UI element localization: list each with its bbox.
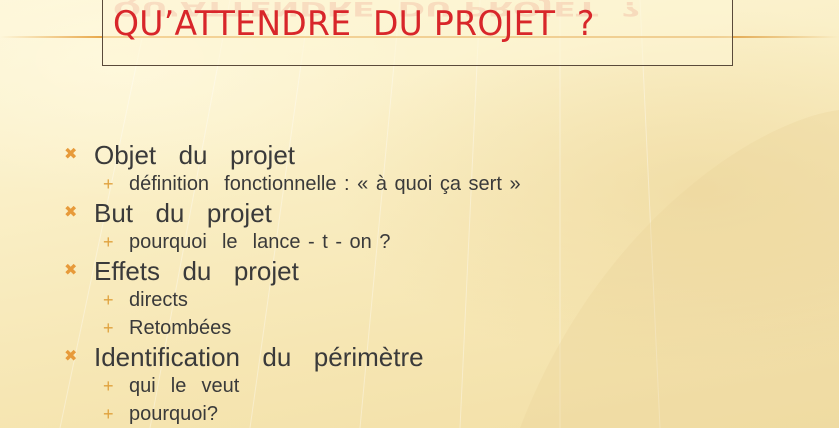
list-item-label: Effets du projet — [94, 255, 299, 286]
list-item: ✖ Effets du projet — [64, 256, 824, 286]
sub-list-item: + pourquoi le lance - t - on ? — [64, 228, 824, 256]
sub-list-item: + pourquoi? — [64, 400, 824, 428]
cross-bullet-icon: ✖ — [64, 204, 78, 221]
bullet-list: ✖ Objet du projet + définition fonctionnell… — [64, 140, 824, 428]
plus-bullet-icon: + — [103, 404, 114, 424]
plus-bullet-icon: + — [103, 232, 114, 252]
sub-list-item: + qui le veut — [64, 372, 824, 400]
sub-list-item-label: Retombées — [129, 316, 232, 339]
list-item: ✖ Objet du projet — [64, 140, 824, 170]
list-item: ✖ Identification du périmètre — [64, 342, 824, 372]
list-item-label: Identification du périmètre — [94, 341, 424, 372]
sub-list-item-label: définition fonctionnelle : « à quoi ça s… — [129, 172, 521, 195]
sub-list-item-label: pourquoi? — [129, 402, 218, 425]
plus-bullet-icon: + — [103, 174, 114, 194]
plus-bullet-icon: + — [103, 376, 114, 396]
sub-list-item: + définition fonctionnelle : « à quoi ça … — [64, 170, 824, 198]
cross-bullet-icon: ✖ — [64, 262, 78, 279]
plus-bullet-icon: + — [103, 318, 114, 338]
sub-list-item-label: directs — [129, 288, 188, 311]
sub-list-item: + Retombées — [64, 314, 824, 342]
cross-bullet-icon: ✖ — [64, 146, 78, 163]
sub-list-item-label: pourquoi le lance - t - on ? — [129, 230, 391, 253]
slide-title: QU’ATTENDRE DU PROJET ? — [113, 3, 595, 44]
plus-bullet-icon: + — [103, 290, 114, 310]
cross-bullet-icon: ✖ — [64, 348, 78, 365]
sub-list-item-label: qui le veut — [129, 374, 240, 397]
list-item: ✖ But du projet — [64, 198, 824, 228]
list-item-label: Objet du projet — [94, 139, 295, 170]
list-item-label: But du projet — [94, 197, 272, 228]
sub-list-item: + directs — [64, 286, 824, 314]
